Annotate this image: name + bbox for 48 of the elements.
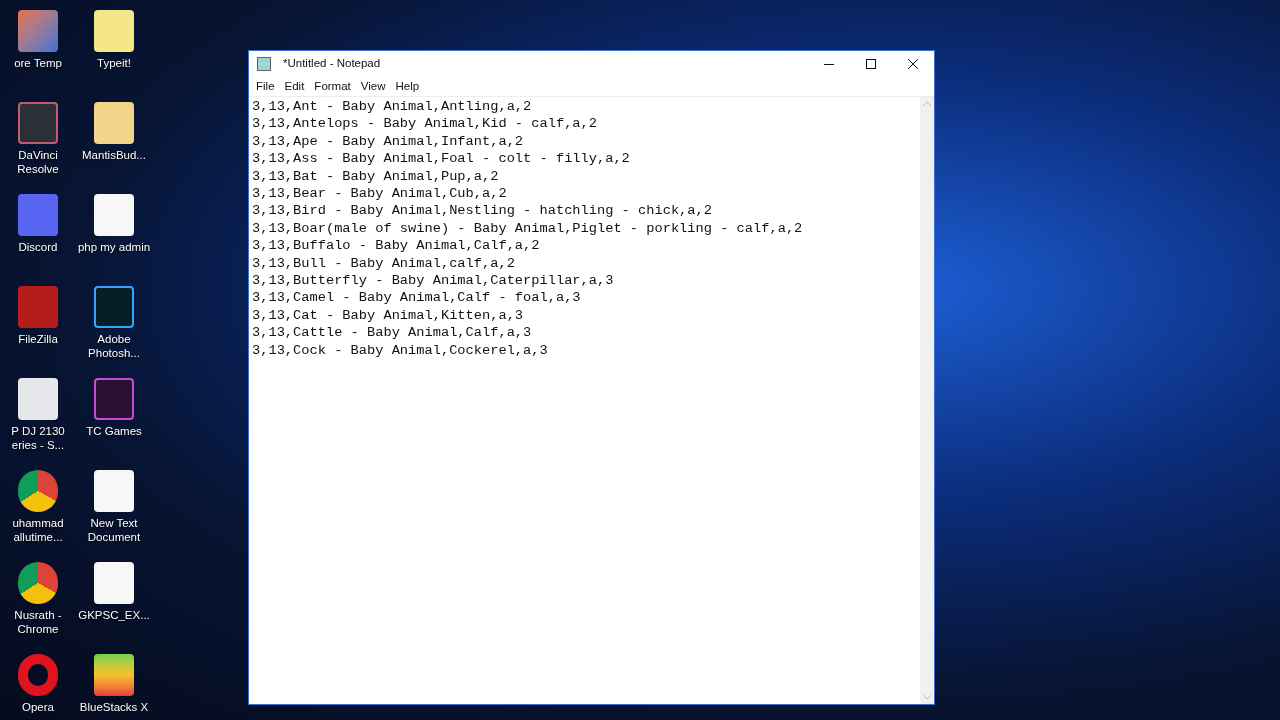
desktop-icon-label[interactable]: ore Temp bbox=[0, 56, 76, 70]
printer-icon bbox=[18, 378, 58, 420]
text-line: 3,13,Cattle - Baby Animal,Calf,a,3 bbox=[252, 324, 532, 342]
window-title: *Untitled - Notepad bbox=[283, 56, 381, 72]
text-line: 3,13,Boar(male of swine) - Baby Animal,Piglet - porkling - calf,a,2 bbox=[252, 219, 803, 238]
text-line: 3,13,Cock - Baby Animal,Cockerel,a,3 bbox=[252, 341, 548, 360]
menu-item[interactable]: Format bbox=[309, 77, 356, 96]
menu-item[interactable]: Help bbox=[390, 77, 425, 96]
text-line: 3,13,Cat - Baby Animal,Kitten,a,3 bbox=[252, 306, 524, 325]
menu-item[interactable]: View bbox=[355, 77, 391, 96]
minimize-icon bbox=[824, 63, 834, 65]
menu-item[interactable]: Edit bbox=[279, 77, 310, 96]
menu-item[interactable]: File bbox=[251, 77, 280, 96]
desktop-icon-label[interactable]: Nusrath - Chrome bbox=[0, 608, 76, 636]
text-line: 3,13,Ape - Baby Animal,Infant,a,2 bbox=[252, 132, 524, 151]
text-line: 3,13,Buffalo - Baby Animal,Calf,a,2 bbox=[252, 237, 540, 255]
text-line: 3,13,Camel - Baby Animal,Calf - foal,a,3 bbox=[252, 289, 581, 307]
desktop-icon-label[interactable]: Discord bbox=[0, 240, 76, 254]
desktop-icon-label[interactable]: Typeit! bbox=[76, 56, 152, 70]
scroll-up-icon bbox=[923, 101, 931, 106]
text-line: 3,13,Bear - Baby Animal,Cub,a,2 bbox=[252, 185, 507, 203]
close-icon bbox=[908, 59, 918, 69]
file-icon bbox=[94, 194, 134, 236]
file-icon bbox=[94, 562, 134, 604]
text-line: 3,13,Bull - Baby Animal,calf,a,2 bbox=[252, 254, 515, 273]
text-line: 3,13,Ant - Baby Animal,Antling,a,2 bbox=[252, 98, 532, 116]
text-file-icon bbox=[94, 470, 134, 512]
text-line: 3,13,Antelops - Baby Animal,Kid - calf,a,2 bbox=[252, 115, 597, 133]
desktop-icon-label[interactable]: Opera bbox=[0, 700, 76, 714]
vertical-scrollbar[interactable] bbox=[920, 97, 934, 704]
maximize-icon bbox=[866, 59, 876, 69]
text-line: 3,13,Ass - Baby Animal,Foal - colt - filly,a,2 bbox=[252, 150, 630, 168]
notepad-icon bbox=[257, 57, 271, 71]
text-line: 3,13,Bird - Baby Animal,Nestling - hatchling - chick,a,2 bbox=[252, 202, 712, 220]
text-line: 3,13,Butterfly - Baby Animal,Caterpillar,a,3 bbox=[252, 272, 614, 290]
desktop-icon-label[interactable]: GKPSC_EX... bbox=[76, 608, 152, 622]
text-line: 3,13,Bat - Baby Animal,Pup,a,2 bbox=[252, 167, 499, 186]
desktop-icon-label[interactable]: BlueStacks X bbox=[76, 700, 152, 714]
desktop-icon-label[interactable]: New Text Document bbox=[76, 516, 152, 544]
desktop-icon-label[interactable]: php my admin bbox=[76, 240, 152, 254]
desktop-icon-label[interactable]: MantisBud... bbox=[76, 148, 152, 162]
desktop-icon-label[interactable]: TC Games bbox=[76, 424, 152, 438]
desktop-icon-label[interactable]: Adobe Photosh... bbox=[76, 332, 152, 360]
desktop-icon-label[interactable]: uhammad allutime... bbox=[0, 516, 76, 544]
desktop-icon-label[interactable]: P DJ 2130 eries - S... bbox=[0, 424, 76, 452]
desktop-icon-label[interactable]: FileZilla bbox=[0, 332, 76, 346]
desktop-icon-label[interactable]: DaVinci Resolve bbox=[0, 148, 76, 176]
scroll-down-icon bbox=[923, 695, 931, 700]
